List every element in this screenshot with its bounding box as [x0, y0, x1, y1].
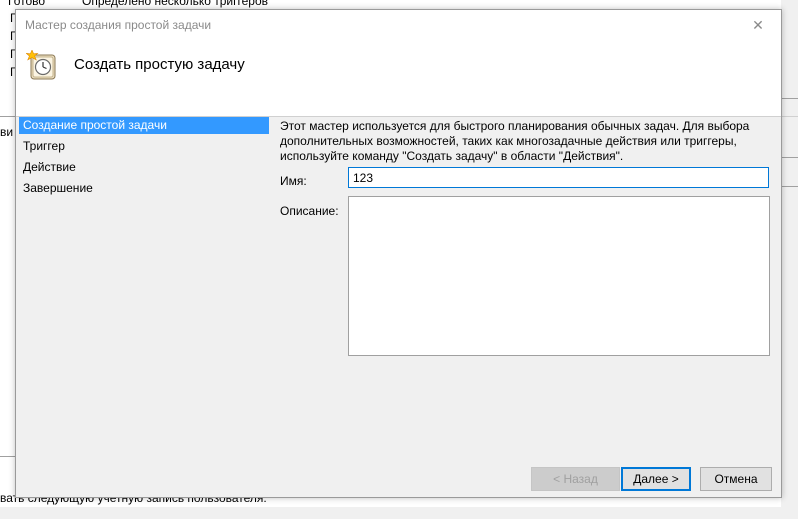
name-input[interactable] — [348, 167, 769, 188]
background-divider — [0, 456, 16, 457]
background-divider — [781, 186, 798, 187]
step-action[interactable]: Действие — [19, 159, 269, 176]
name-label: Имя: — [280, 174, 307, 188]
scheduler-clock-icon — [26, 50, 56, 80]
background-bottom-strip — [0, 507, 798, 519]
window-title: Мастер создания простой задачи — [25, 18, 212, 32]
background-divider — [0, 116, 16, 117]
wizard-dialog: Мастер создания простой задачи ✕ Создать… — [15, 9, 782, 498]
back-button[interactable]: < Назад — [531, 467, 620, 491]
background-divider — [781, 157, 798, 158]
step-finish[interactable]: Завершение — [19, 180, 269, 197]
next-button[interactable]: Далее > — [621, 467, 691, 491]
background-status-text: Готово — [8, 0, 46, 8]
background-trigger-text: Определено несколько триггеров — [82, 0, 269, 8]
background-left-fragment: ви — [0, 125, 14, 139]
close-icon: ✕ — [752, 16, 764, 33]
title-bar[interactable]: Мастер создания простой задачи ✕ — [16, 10, 781, 40]
background-right-panel — [781, 0, 798, 519]
step-trigger[interactable]: Триггер — [19, 138, 269, 155]
wizard-header: Создать простую задачу — [16, 40, 781, 116]
background-divider — [781, 98, 798, 99]
background-divider — [781, 116, 798, 117]
description-label: Описание: — [280, 204, 339, 218]
step-create-task[interactable]: Создание простой задачи — [19, 117, 269, 134]
wizard-description: Этот мастер используется для быстрого пл… — [280, 119, 750, 163]
page-title: Создать простую задачу — [74, 56, 245, 73]
cancel-button[interactable]: Отмена — [700, 467, 772, 491]
description-textarea[interactable] — [348, 196, 770, 356]
close-button[interactable]: ✕ — [735, 10, 781, 40]
